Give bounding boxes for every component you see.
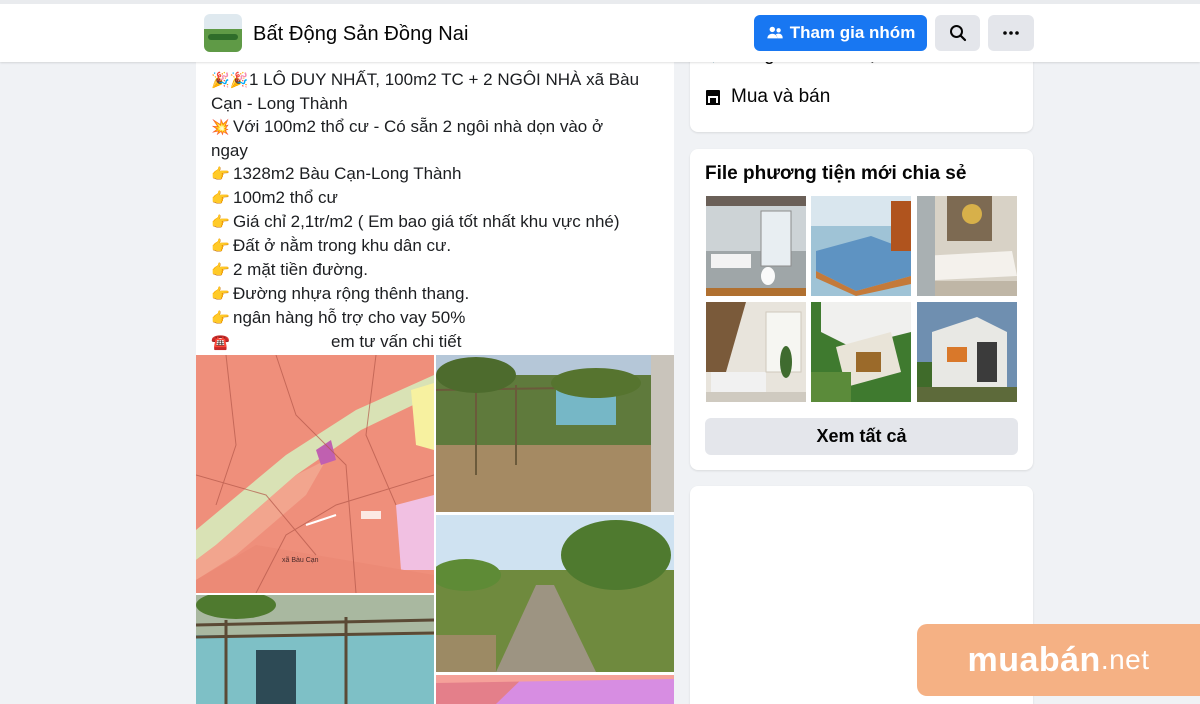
post-line-text: 1328m2 Bàu Cạn-Long Thành bbox=[233, 164, 462, 183]
post-line-text: Đất ở nằm trong khu dân cư. bbox=[233, 236, 452, 255]
pointing-hand-icon: 👉 bbox=[211, 166, 230, 183]
road-image bbox=[436, 515, 674, 672]
post-line: Cạn - Long Thành bbox=[211, 92, 659, 115]
pointing-hand-icon: 👉 bbox=[211, 262, 230, 279]
post-body: 🎉🎉1 LÔ DUY NHẤT, 100m2 TC + 2 NGÔI NHÀ x… bbox=[196, 62, 674, 354]
house-photo[interactable] bbox=[196, 595, 434, 704]
post-line: 👉 Đất ở nằm trong khu dân cư. bbox=[211, 234, 659, 258]
house-image bbox=[196, 595, 434, 704]
bathroom-image bbox=[706, 196, 806, 296]
exterior-image bbox=[811, 302, 911, 402]
map-place-label: xã Bàu Cạn bbox=[282, 557, 319, 564]
party-popper-icon: 🎉🎉 bbox=[211, 72, 249, 89]
post-line-text: 2 mặt tiền đường. bbox=[233, 260, 368, 279]
join-group-label: Tham gia nhóm bbox=[789, 23, 916, 42]
search-icon bbox=[949, 25, 966, 42]
post-line: 👉 ngân hàng hỗ trợ cho vay 50% bbox=[211, 306, 659, 330]
pointing-hand-icon: 👉 bbox=[211, 214, 230, 231]
more-options-button[interactable] bbox=[988, 15, 1034, 51]
group-category: Mua và bán bbox=[705, 86, 830, 108]
post-line: ☎️ em tư vấn chi tiết bbox=[211, 330, 659, 354]
post-line: ngay bbox=[211, 139, 659, 162]
post-card: 🎉🎉1 LÔ DUY NHẤT, 100m2 TC + 2 NGÔI NHÀ x… bbox=[196, 62, 674, 704]
post-line: 👉 100m2 thổ cư bbox=[211, 186, 659, 210]
collision-icon: 💥 bbox=[211, 119, 230, 136]
post-line-text: ngay bbox=[211, 141, 248, 160]
living-room-image bbox=[706, 302, 806, 402]
group-header: Bất Động Sản Đồng Nai Tham gia nhóm bbox=[0, 0, 1200, 62]
pointing-hand-icon: 👉 bbox=[211, 310, 230, 327]
people-icon bbox=[767, 26, 783, 39]
search-button[interactable] bbox=[935, 15, 980, 51]
post-line-text: Với 100m2 thổ cư - Có sẵn 2 ngôi nhà dọn… bbox=[233, 117, 604, 136]
group-cover-thumbnail[interactable] bbox=[204, 14, 242, 52]
media-thumb-bedroom-blue[interactable] bbox=[811, 196, 911, 296]
post-line-text: em tư vấn chi tiết bbox=[331, 332, 462, 351]
post-line: 👉 2 mặt tiền đường. bbox=[211, 258, 659, 282]
media-thumb-bedroom-gold[interactable] bbox=[917, 196, 1017, 296]
pointing-hand-icon: 👉 bbox=[211, 286, 230, 303]
post-line-text: Giá chỉ 2,1tr/m2 ( Em bao giá tốt nhất k… bbox=[233, 212, 620, 231]
road-photo[interactable] bbox=[436, 515, 674, 672]
post-line: 💥 Với 100m2 thổ cư - Có sẵn 2 ngôi nhà dọ… bbox=[211, 115, 659, 139]
muaban-watermark: muabán .net bbox=[917, 624, 1200, 696]
post-line-text: Đường nhựa rộng thênh thang. bbox=[233, 284, 470, 303]
post-line: 👉 1328m2 Bàu Cạn-Long Thành bbox=[211, 162, 659, 186]
post-photo-grid: xã Bàu Cạn bbox=[196, 355, 674, 704]
group-name[interactable]: Bất Động Sản Đồng Nai bbox=[253, 23, 469, 46]
group-category-text: Mua và bán bbox=[731, 86, 831, 107]
media-thumb-bathroom[interactable] bbox=[706, 196, 806, 296]
post-line: 🎉🎉1 LÔ DUY NHẤT, 100m2 TC + 2 NGÔI NHÀ x… bbox=[211, 68, 659, 92]
exterior-2-image bbox=[917, 302, 1017, 402]
media-thumb-exterior-1[interactable] bbox=[811, 302, 911, 402]
recent-media-card: File phương tiện mới chia sẻ Xem tất cả bbox=[690, 149, 1033, 470]
bedroom-image bbox=[811, 196, 911, 296]
yard-image bbox=[436, 355, 674, 512]
watermark-main: muabán bbox=[967, 640, 1101, 679]
recent-media-title: File phương tiện mới chia sẻ bbox=[705, 163, 967, 184]
media-thumb-living-room[interactable] bbox=[706, 302, 806, 402]
see-all-media-button[interactable]: Xem tất cả bbox=[705, 418, 1018, 455]
post-line-text: 1 LÔ DUY NHẤT, 100m2 TC + 2 NGÔI NHÀ xã … bbox=[249, 70, 640, 89]
map-photo-2[interactable] bbox=[436, 675, 674, 704]
map-image: xã Bàu Cạn bbox=[196, 355, 434, 593]
land-map-photo[interactable]: xã Bàu Cạn bbox=[196, 355, 434, 593]
post-line-text: ngân hàng hỗ trợ cho vay 50% bbox=[233, 308, 466, 327]
join-group-button[interactable]: Tham gia nhóm bbox=[754, 15, 927, 51]
pointing-hand-icon: 👉 bbox=[211, 238, 230, 255]
shop-icon bbox=[706, 90, 720, 105]
post-line: 👉 Giá chỉ 2,1tr/m2 ( Em bao giá tốt nhất … bbox=[211, 210, 659, 234]
telephone-icon: ☎️ bbox=[211, 334, 230, 351]
post-line-text: 100m2 thổ cư bbox=[233, 188, 338, 207]
map-image-2 bbox=[436, 675, 674, 704]
more-icon bbox=[1003, 31, 1019, 35]
bedroom-2-image bbox=[917, 196, 1017, 296]
media-thumb-exterior-2[interactable] bbox=[917, 302, 1017, 402]
post-line: 👉 Đường nhựa rộng thênh thang. bbox=[211, 282, 659, 306]
watermark-suffix: .net bbox=[1100, 644, 1150, 675]
yard-photo[interactable] bbox=[436, 355, 674, 512]
post-line-text: Cạn - Long Thành bbox=[211, 94, 348, 113]
pointing-hand-icon: 👉 bbox=[211, 190, 230, 207]
